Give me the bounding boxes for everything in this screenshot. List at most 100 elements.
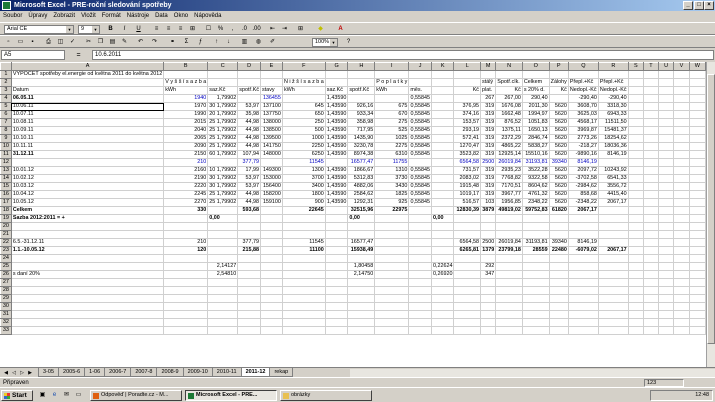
cell-h13[interactable]: 1866,67	[347, 166, 376, 175]
cell-d17[interactable]: 44,98	[237, 198, 262, 207]
cell-n18[interactable]: 49819,02	[495, 206, 523, 215]
cell-o17[interactable]: 2348,22	[521, 198, 550, 207]
cell-f31[interactable]	[281, 310, 326, 319]
cell-e8[interactable]: 138500	[260, 126, 283, 135]
cell-q32[interactable]	[567, 318, 599, 327]
cell-c32[interactable]	[207, 318, 239, 327]
cell-v19[interactable]	[673, 214, 690, 223]
row-header[interactable]: 2	[0, 78, 12, 87]
row-header[interactable]: 24	[0, 254, 12, 263]
cell-u9[interactable]	[657, 134, 675, 143]
row-header[interactable]: 7	[0, 118, 12, 127]
cell-q7[interactable]: 4568,17	[567, 118, 599, 127]
cell-s11[interactable]	[627, 150, 644, 159]
cell-l3[interactable]: Kč	[453, 86, 481, 95]
cell-j28[interactable]	[408, 286, 432, 295]
cell-u17[interactable]	[657, 198, 675, 207]
cell-c24[interactable]	[207, 254, 239, 263]
cell-a4[interactable]: 06.05.11	[10, 94, 165, 103]
cell-j29[interactable]	[408, 294, 432, 303]
cell-o16[interactable]: 4761,32	[521, 190, 550, 199]
cell-h23[interactable]: 15938,49	[347, 246, 376, 255]
cell-c25[interactable]: 2,14127	[207, 262, 239, 271]
cell-u16[interactable]	[657, 190, 675, 199]
cell-q16[interactable]: 858,68	[567, 190, 599, 199]
cell-o15[interactable]: 8604,62	[521, 182, 550, 191]
cell-h22[interactable]: 16577,47	[347, 238, 376, 247]
cell-i10[interactable]: 2275	[374, 142, 410, 151]
cell-f13[interactable]: 1300	[281, 166, 326, 175]
cell-p33[interactable]	[548, 326, 569, 335]
cell-f32[interactable]	[281, 318, 326, 327]
cell-l11[interactable]: 3523,82	[453, 150, 481, 159]
cell-r8[interactable]: 15481,37	[597, 126, 629, 135]
align-right-icon[interactable]: ≡	[176, 25, 185, 34]
cell-q26[interactable]	[567, 270, 599, 279]
cell-i19[interactable]	[374, 214, 410, 223]
cell-l27[interactable]	[453, 278, 481, 287]
cell-p4[interactable]	[548, 94, 569, 103]
cell-h33[interactable]	[347, 326, 376, 335]
cell-g6[interactable]: 1,43590	[324, 110, 349, 119]
cell-o26[interactable]	[521, 270, 550, 279]
cell-c19[interactable]: 0,00	[207, 214, 239, 223]
cell-k3[interactable]	[430, 86, 455, 95]
cell-a6[interactable]: 10.07.11	[10, 110, 165, 119]
cell-o30[interactable]	[521, 302, 550, 311]
row-header[interactable]: 21	[0, 230, 12, 239]
menu-format[interactable]: Formát	[99, 11, 124, 22]
cell-d15[interactable]: 53,97	[237, 182, 262, 191]
cell-h32[interactable]	[347, 318, 376, 327]
cell-i28[interactable]	[374, 286, 410, 295]
cell-b13[interactable]: 2160	[163, 166, 209, 175]
cell-k22[interactable]	[430, 238, 455, 247]
cell-v12[interactable]	[673, 158, 690, 167]
cell-q28[interactable]	[567, 286, 599, 295]
cell-o24[interactable]	[521, 254, 550, 263]
align-center-icon[interactable]: ≡	[164, 25, 173, 34]
cell-r18[interactable]	[597, 206, 629, 215]
cell-u26[interactable]	[657, 270, 675, 279]
cell-m24[interactable]	[479, 254, 497, 263]
cell-q27[interactable]	[567, 278, 599, 287]
cell-l17[interactable]: 516,57	[453, 198, 481, 207]
cell-o21[interactable]	[521, 230, 550, 239]
cell-h27[interactable]	[347, 278, 376, 287]
cell-b22[interactable]: 210	[163, 238, 209, 247]
cell-t27[interactable]	[642, 278, 659, 287]
cell-r26[interactable]	[597, 270, 629, 279]
cell-h31[interactable]	[347, 310, 376, 319]
cell-l33[interactable]	[453, 326, 481, 335]
cell-j17[interactable]: 0,55845	[408, 198, 432, 207]
cell-p28[interactable]	[548, 286, 569, 295]
menu-okno[interactable]: Okno	[171, 11, 191, 22]
cell-b4[interactable]: 1940	[163, 94, 209, 103]
cell-o10[interactable]: 5838,27	[521, 142, 550, 151]
cell-r27[interactable]	[597, 278, 629, 287]
cell-b11[interactable]: 2150	[163, 150, 209, 159]
cell-r5[interactable]: 3318,30	[597, 102, 629, 111]
cell-r3[interactable]: Nedopl.-Kč	[597, 86, 629, 95]
cell-b21[interactable]	[163, 230, 209, 239]
cell-s10[interactable]	[627, 142, 644, 151]
cell-c6[interactable]: 20 1,79902	[207, 110, 239, 119]
cell-o32[interactable]	[521, 318, 550, 327]
cell-b6[interactable]: 1990	[163, 110, 209, 119]
cell-n23[interactable]: 23799,18	[495, 246, 523, 255]
cell-m5[interactable]: 319	[479, 102, 497, 111]
cell-q19[interactable]	[567, 214, 599, 223]
column-header-m[interactable]: M	[479, 62, 497, 71]
cell-d3[interactable]: spotř.Kč	[237, 86, 262, 95]
cell-k10[interactable]	[430, 142, 455, 151]
name-box[interactable]: A5	[1, 50, 65, 60]
cell-a33[interactable]	[10, 326, 165, 335]
cell-f6[interactable]: 650	[281, 110, 326, 119]
cell-d6[interactable]: 35,98	[237, 110, 262, 119]
column-header-h[interactable]: H	[347, 62, 376, 71]
cell-r12[interactable]	[597, 158, 629, 167]
cell-b5[interactable]: 1970	[163, 102, 209, 111]
cell-m29[interactable]	[479, 294, 497, 303]
task-poradte-browser[interactable]: Odpověď | Poradte.cz - M...	[90, 390, 182, 401]
cell-g27[interactable]	[324, 278, 349, 287]
cell-e26[interactable]	[260, 270, 283, 279]
